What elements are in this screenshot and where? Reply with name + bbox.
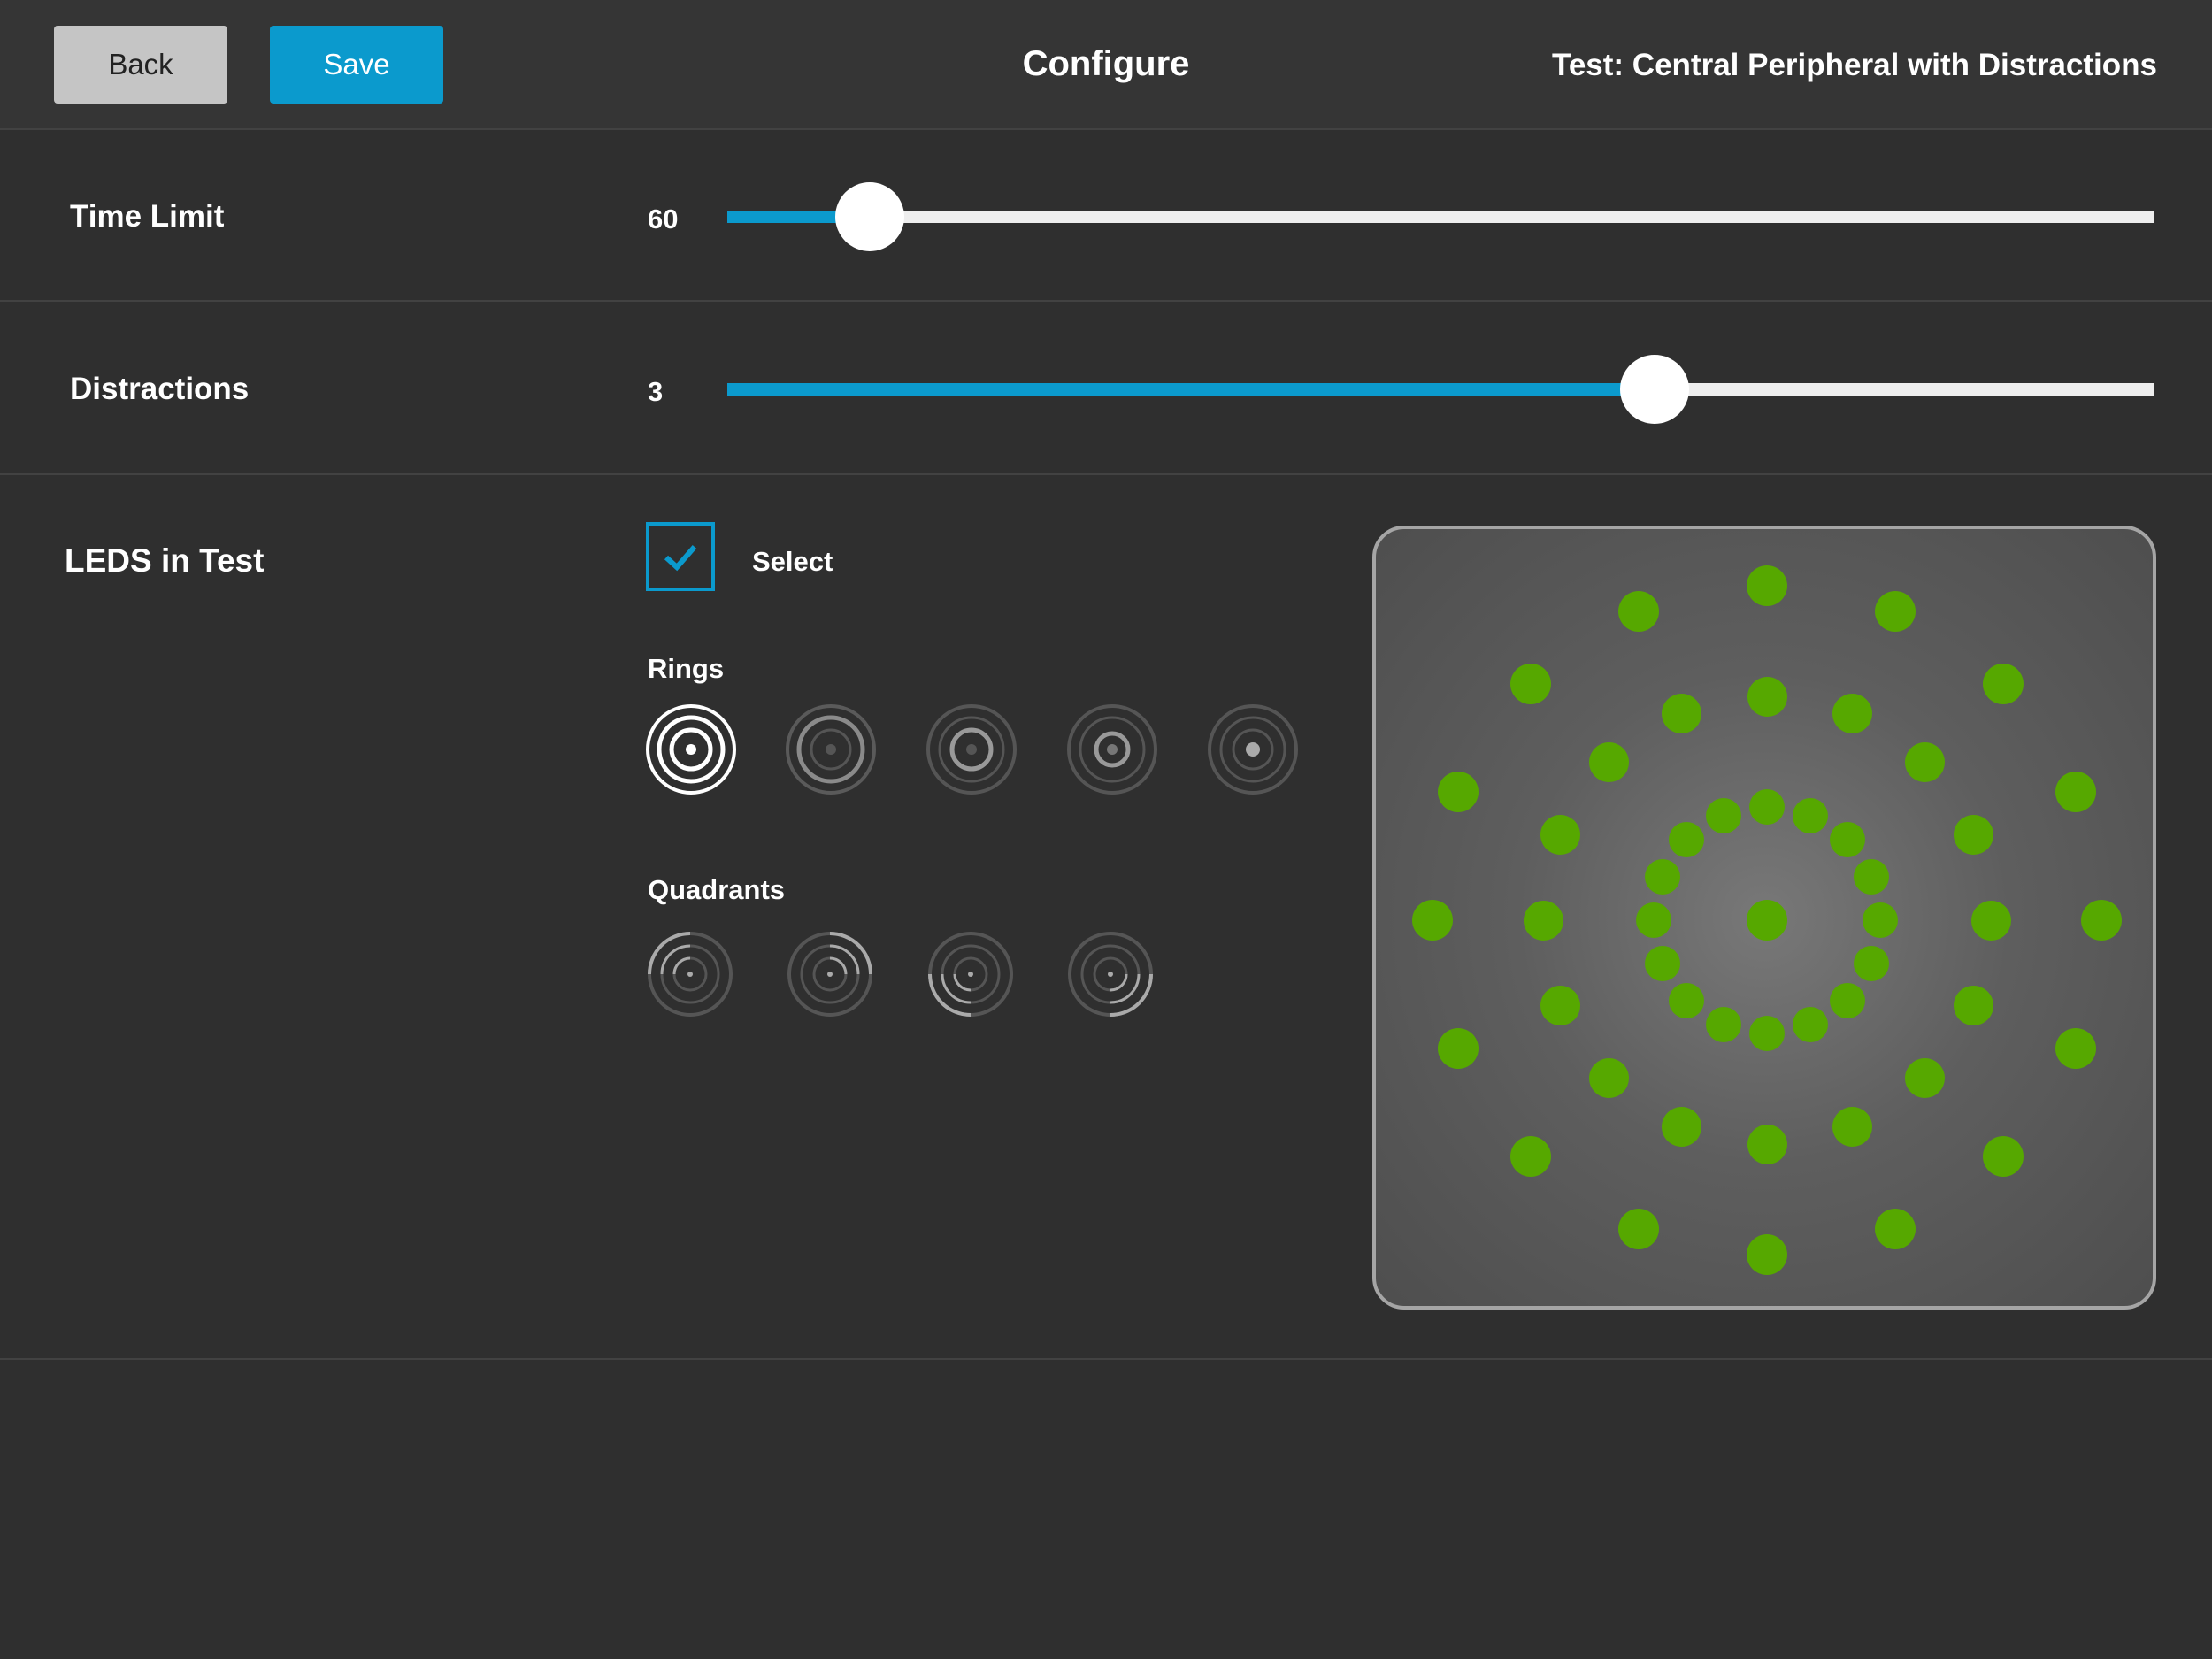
select-label: Select [752, 546, 833, 577]
quadrant-top-left-icon [648, 932, 733, 1017]
led-dot[interactable] [1874, 1209, 1916, 1250]
led-dot[interactable] [1618, 1209, 1660, 1250]
distractions-label: Distractions [70, 372, 250, 406]
distractions-value: 3 [648, 376, 664, 407]
led-dot[interactable] [1669, 822, 1705, 858]
led-dot[interactable] [1954, 986, 1994, 1026]
slider-track [727, 211, 2154, 223]
led-dot[interactable] [1706, 1007, 1742, 1043]
led-dot[interactable] [1540, 814, 1580, 855]
led-dot[interactable] [1854, 945, 1890, 981]
ring-outer-button[interactable] [785, 703, 877, 795]
rings-label: Rings [648, 653, 725, 684]
quadrant-top-right-button[interactable] [786, 930, 874, 1018]
ring-center-icon [1208, 704, 1298, 795]
led-dot[interactable] [1412, 900, 1453, 941]
led-dot[interactable] [1863, 902, 1898, 938]
led-dot[interactable] [1661, 693, 1701, 733]
led-dot[interactable] [1792, 1007, 1828, 1043]
select-checkbox[interactable] [646, 522, 715, 591]
ring-all-button[interactable] [645, 703, 737, 795]
led-dot[interactable] [1970, 900, 2011, 941]
led-dot[interactable] [1832, 693, 1873, 733]
led-dot[interactable] [1747, 676, 1787, 717]
led-dot[interactable] [1747, 565, 1787, 606]
led-dot[interactable] [1954, 814, 1994, 855]
led-dot[interactable] [1983, 1136, 2024, 1178]
checkmark-icon [664, 545, 697, 572]
led-dot[interactable] [1437, 772, 1479, 813]
led-dot[interactable] [2081, 900, 2122, 941]
led-dot[interactable] [1829, 822, 1865, 858]
slider-fill [727, 383, 1655, 396]
quadrant-bottom-right-icon [1068, 932, 1153, 1017]
quadrant-top-right-icon [787, 932, 872, 1017]
slider-thumb[interactable] [835, 182, 904, 251]
led-dot[interactable] [2055, 772, 2097, 813]
led-dot[interactable] [1747, 900, 1787, 941]
led-dot[interactable] [1749, 789, 1785, 825]
led-dot[interactable] [2055, 1027, 2097, 1069]
ring-inner-icon [1067, 704, 1157, 795]
led-dot[interactable] [1509, 1136, 1551, 1178]
quadrant-top-left-button[interactable] [646, 930, 734, 1018]
led-dot[interactable] [1661, 1107, 1701, 1148]
ring-center-button[interactable] [1207, 703, 1299, 795]
led-dot[interactable] [1905, 1058, 1946, 1099]
quadrants-label: Quadrants [648, 874, 786, 905]
led-dot[interactable] [1747, 1124, 1787, 1164]
time-limit-value: 60 [648, 204, 679, 234]
led-dot[interactable] [1644, 859, 1680, 895]
ring-middle-button[interactable] [926, 703, 1018, 795]
quadrant-bottom-right-button[interactable] [1066, 930, 1155, 1018]
test-name: Test: Central Peripheral with Distractio… [1552, 48, 2157, 82]
led-dot[interactable] [1832, 1107, 1873, 1148]
led-dot[interactable] [1874, 590, 1916, 632]
distractions-slider[interactable] [727, 355, 2154, 424]
top-bar: Back Save Configure Test: Central Periph… [0, 0, 2212, 130]
time-limit-slider[interactable] [727, 182, 2154, 251]
distractions-row: Distractions 3 [0, 302, 2212, 475]
led-dot[interactable] [1792, 797, 1828, 833]
rings-all-icon [646, 704, 736, 795]
quadrant-bottom-left-button[interactable] [926, 930, 1015, 1018]
led-dot[interactable] [1540, 986, 1580, 1026]
led-dot[interactable] [1983, 663, 2024, 704]
led-map-panel[interactable] [1372, 526, 2156, 1310]
led-dot[interactable] [1706, 797, 1742, 833]
quadrant-bottom-left-icon [928, 932, 1013, 1017]
time-limit-label: Time Limit [70, 199, 225, 234]
ring-inner-button[interactable] [1066, 703, 1158, 795]
led-dot[interactable] [1854, 859, 1890, 895]
led-dot[interactable] [1644, 945, 1680, 981]
led-dot[interactable] [1618, 590, 1660, 632]
led-dot[interactable] [1905, 741, 1946, 782]
led-dot[interactable] [1829, 982, 1865, 1018]
led-dot[interactable] [1523, 900, 1563, 941]
led-dot[interactable] [1749, 1016, 1785, 1051]
led-dot[interactable] [1669, 982, 1705, 1018]
led-dot[interactable] [1588, 741, 1629, 782]
time-limit-row: Time Limit 60 [0, 130, 2212, 302]
slider-thumb[interactable] [1620, 355, 1689, 424]
led-dot[interactable] [1588, 1058, 1629, 1099]
ring-middle-icon [926, 704, 1017, 795]
ring-outer-icon [786, 704, 876, 795]
led-dot[interactable] [1636, 902, 1671, 938]
led-dot[interactable] [1509, 663, 1551, 704]
section-divider [0, 1358, 2212, 1360]
leds-in-test-label: LEDS in Test [65, 542, 265, 579]
led-dot[interactable] [1437, 1027, 1479, 1069]
led-dot[interactable] [1747, 1234, 1787, 1275]
